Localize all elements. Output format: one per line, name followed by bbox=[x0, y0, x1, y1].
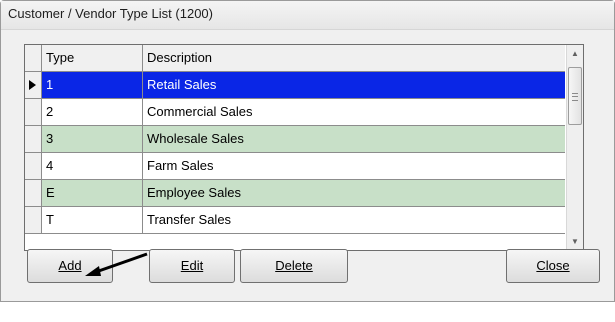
row-indicator-cell[interactable] bbox=[25, 126, 42, 152]
row-indicator-cell[interactable] bbox=[25, 207, 42, 233]
current-row-triangle-icon bbox=[29, 80, 36, 90]
description-cell[interactable]: Commercial Sales bbox=[143, 99, 565, 125]
delete-button[interactable]: Delete bbox=[240, 249, 348, 283]
type-cell[interactable]: 4 bbox=[42, 153, 143, 179]
column-header-description[interactable]: Description bbox=[143, 45, 565, 71]
row-indicator-cell[interactable] bbox=[25, 99, 42, 125]
grid-body: Type Description 1 Retail Sales 2 Commercia… bbox=[25, 45, 565, 250]
description-cell[interactable]: Wholesale Sales bbox=[143, 126, 565, 152]
type-cell[interactable]: E bbox=[42, 180, 143, 206]
table-row[interactable]: 3 Wholesale Sales bbox=[25, 126, 565, 153]
description-cell[interactable]: Employee Sales bbox=[143, 180, 565, 206]
window-title: Customer / Vendor Type List (1200) bbox=[1, 1, 614, 30]
type-cell[interactable]: 3 bbox=[42, 126, 143, 152]
row-indicator-cell[interactable] bbox=[25, 153, 42, 179]
scroll-down-arrow-icon[interactable]: ▼ bbox=[567, 233, 583, 250]
table-row[interactable]: 4 Farm Sales bbox=[25, 153, 565, 180]
grid-header-row: Type Description bbox=[25, 45, 565, 72]
header-indicator-cell bbox=[25, 45, 42, 71]
scroll-up-arrow-icon[interactable]: ▲ bbox=[567, 45, 583, 62]
column-header-type[interactable]: Type bbox=[42, 45, 143, 71]
table-row[interactable]: 1 Retail Sales bbox=[25, 72, 565, 99]
description-cell[interactable]: Retail Sales bbox=[143, 72, 565, 98]
customer-vendor-type-window: Customer / Vendor Type List (1200) Type … bbox=[0, 0, 615, 302]
row-indicator-cell[interactable] bbox=[25, 72, 42, 98]
grip-icon bbox=[572, 93, 578, 101]
type-cell[interactable]: 1 bbox=[42, 72, 143, 98]
table-row[interactable]: T Transfer Sales bbox=[25, 207, 565, 234]
annotation-arrow-icon bbox=[85, 252, 148, 276]
description-cell[interactable]: Farm Sales bbox=[143, 153, 565, 179]
vertical-scrollbar[interactable]: ▲ ▼ bbox=[566, 45, 583, 250]
scrollbar-thumb[interactable] bbox=[568, 67, 582, 125]
table-row[interactable]: E Employee Sales bbox=[25, 180, 565, 207]
row-indicator-cell[interactable] bbox=[25, 180, 42, 206]
type-list-grid: Type Description 1 Retail Sales 2 Commercia… bbox=[24, 44, 584, 251]
description-cell[interactable]: Transfer Sales bbox=[143, 207, 565, 233]
type-cell[interactable]: T bbox=[42, 207, 143, 233]
table-row[interactable]: 2 Commercial Sales bbox=[25, 99, 565, 126]
type-cell[interactable]: 2 bbox=[42, 99, 143, 125]
edit-button[interactable]: Edit bbox=[149, 249, 235, 283]
close-button[interactable]: Close bbox=[506, 249, 600, 283]
